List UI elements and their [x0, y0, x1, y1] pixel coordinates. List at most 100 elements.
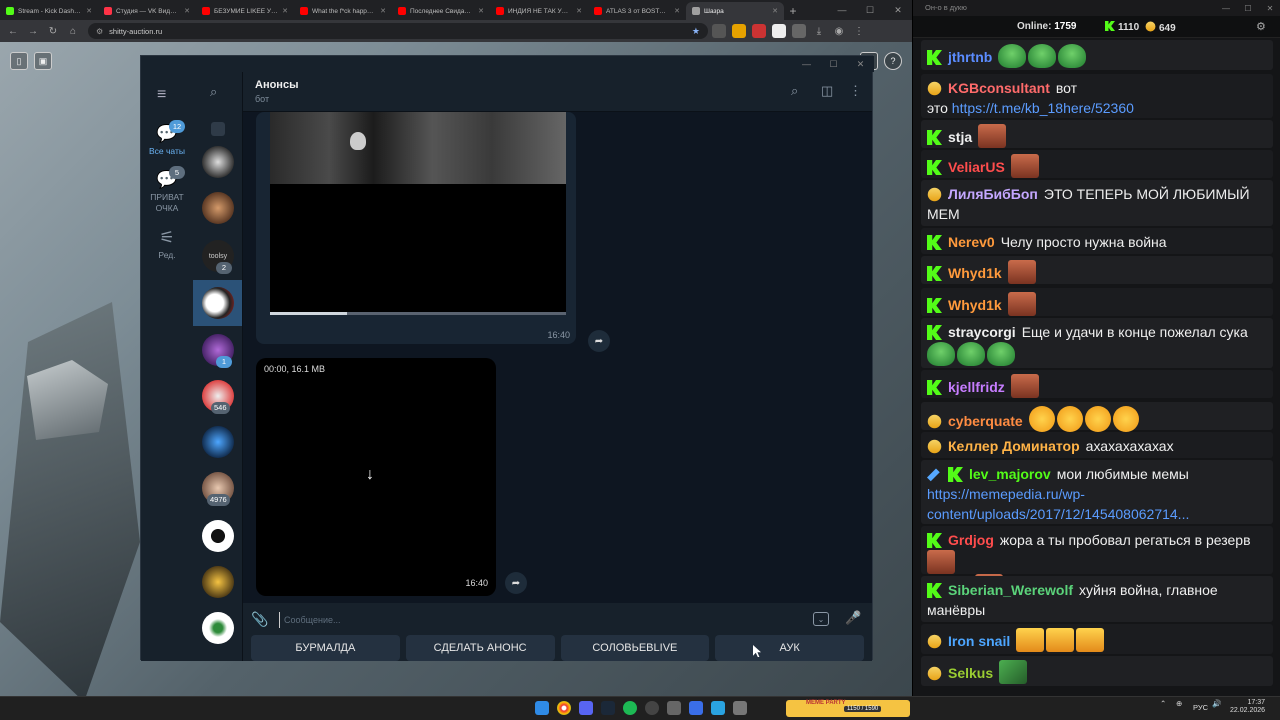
chat-avatar[interactable] — [202, 520, 234, 552]
tab-close-icon[interactable]: ✕ — [674, 7, 680, 15]
tab-close-icon[interactable]: ✕ — [86, 7, 92, 15]
browser-tab[interactable]: ATLAS 3 от BOSTON D... ✕ — [588, 2, 686, 20]
chat-link[interactable]: https://memepedia.ru/wp- — [927, 486, 1085, 502]
chat-username[interactable]: VeliarUS — [948, 159, 1005, 175]
telegram-icon[interactable] — [711, 701, 725, 715]
video-message[interactable]: 00:00, 16.1 MB ↓ 16:40 — [256, 358, 496, 596]
download-icon[interactable]: ⤓ — [810, 22, 828, 40]
reload-icon[interactable]: ↻ — [44, 22, 62, 40]
start-icon[interactable] — [535, 701, 549, 715]
discord-icon[interactable] — [579, 701, 593, 715]
chat-username[interactable]: Grdjog — [948, 532, 994, 548]
tab-close-icon[interactable]: ✕ — [184, 7, 190, 15]
spotify-icon[interactable] — [623, 701, 637, 715]
close-icon[interactable]: ✕ — [884, 0, 912, 20]
more-options-icon[interactable]: ⋮ — [849, 83, 862, 99]
profile-icon[interactable]: ◉ — [830, 22, 848, 40]
bookmark-star-icon[interactable]: ★ — [692, 26, 700, 37]
sidebar-panel-icon[interactable]: ◫ — [821, 83, 833, 99]
browser-tab[interactable]: Последнее Свидание... ✕ — [392, 2, 490, 20]
back-icon[interactable]: ← — [4, 22, 22, 40]
chat-link[interactable]: https://t.me/kb_18here/52360 — [952, 100, 1134, 116]
keyboard-language[interactable]: РУС — [1193, 703, 1208, 712]
new-tab-icon[interactable]: + — [784, 2, 802, 20]
browser-tab[interactable]: БЕЗУМИЕ LIKEE УЖЕ НЕ... ✕ — [196, 2, 294, 20]
tab-close-icon[interactable]: ✕ — [772, 7, 778, 15]
minimize-icon[interactable]: — — [793, 56, 820, 72]
conversation-header[interactable]: Анонсы бот ⌕ ◫ ⋮ — [243, 72, 872, 112]
bot-button[interactable]: СОЛОВЬЕВLIVE — [560, 635, 710, 661]
site-info-icon[interactable]: ⚙ — [96, 27, 103, 36]
menu-icon[interactable]: ⋮ — [850, 22, 868, 40]
playback-progress-bar[interactable] — [270, 312, 566, 315]
tab-close-icon[interactable]: ✕ — [478, 7, 484, 15]
media-video-area[interactable] — [270, 184, 566, 314]
chat-username[interactable]: Келлер Доминатор — [948, 438, 1080, 454]
media-player-icon[interactable] — [689, 701, 703, 715]
chat-avatar[interactable] — [202, 287, 234, 319]
chat-avatar[interactable] — [202, 192, 234, 224]
folder-edit[interactable]: ⚟ Ред. — [141, 228, 193, 261]
chat-username[interactable]: ЛиляБибБоп — [948, 186, 1038, 202]
browser-tab[interactable]: Stream - Kick Dashboard ✕ — [0, 2, 98, 20]
tab-close-icon[interactable]: ✕ — [282, 7, 288, 15]
address-bar[interactable]: ⚙ shitty-auction.ru ★ — [88, 23, 708, 39]
search-icon[interactable]: ⌕ — [210, 84, 217, 100]
forward-icon[interactable]: ➦ — [588, 330, 610, 352]
microphone-icon[interactable]: 🎤 — [845, 610, 861, 626]
maximize-icon[interactable]: ☐ — [856, 0, 884, 20]
bot-button[interactable]: СДЕЛАТЬ АНОНС — [405, 635, 555, 661]
archive-icon[interactable] — [211, 122, 225, 136]
home-icon[interactable]: ⌂ — [64, 22, 82, 40]
chat-username[interactable]: Selkus — [948, 665, 993, 681]
chat-avatar[interactable] — [202, 566, 234, 598]
browser-tab[interactable]: Студия — VK Видео Live ✕ — [98, 2, 196, 20]
download-arrow-icon[interactable]: ↓ — [366, 466, 374, 484]
browser-tab[interactable]: ИНДИЯ НЕ ТАК УЖАСНА... ✕ — [490, 2, 588, 20]
browser-tab[interactable]: Шазра ✕ — [686, 2, 784, 20]
extension-icon[interactable] — [732, 24, 746, 38]
media-preview[interactable] — [270, 112, 566, 184]
forward-icon[interactable]: → — [24, 22, 42, 40]
chat-username[interactable]: Siberian_Werewolf — [948, 582, 1073, 598]
bot-commands-icon[interactable]: ⌄ — [813, 612, 829, 626]
maximize-icon[interactable]: ☐ — [1237, 0, 1259, 16]
bot-button[interactable]: БУРМАЛДА — [251, 635, 400, 661]
chat-username[interactable]: Whyd1k — [948, 297, 1002, 313]
chat-avatar[interactable] — [202, 426, 234, 458]
tab-close-icon[interactable]: ✕ — [380, 7, 386, 15]
app-icon[interactable] — [733, 701, 747, 715]
volume-icon[interactable]: 🔊 — [1212, 699, 1221, 708]
minimize-icon[interactable]: — — [1215, 0, 1237, 16]
tab-close-icon[interactable]: ✕ — [576, 7, 582, 15]
obs-icon[interactable] — [645, 701, 659, 715]
search-icon[interactable]: ⌕ — [791, 83, 798, 99]
tray-chevron-icon[interactable]: ⌃ — [1160, 699, 1166, 708]
chat-username[interactable]: lev_majorov — [969, 466, 1051, 482]
extension-icon[interactable] — [752, 24, 766, 38]
folder-all-chats[interactable]: 💬 12 Все чаты — [141, 120, 193, 157]
chat-avatar[interactable] — [202, 146, 234, 178]
chat-username[interactable]: cyberquate — [948, 413, 1023, 429]
media-message[interactable]: 16:40 — [256, 112, 576, 344]
settings-gear-icon[interactable]: ⚙ — [1256, 20, 1266, 33]
chat-username[interactable]: jthrtnb — [948, 49, 992, 65]
chat-username[interactable]: straycorgi — [948, 324, 1016, 340]
extension-icon[interactable] — [792, 24, 806, 38]
chrome-icon[interactable] — [557, 701, 571, 715]
app-icon[interactable] — [667, 701, 681, 715]
message-input[interactable] — [279, 612, 779, 628]
chat-username[interactable]: Nerev0 — [948, 234, 995, 250]
chat-username[interactable]: KGBconsultant — [948, 80, 1050, 96]
chat-username[interactable]: kjellfridz — [948, 379, 1005, 395]
chat-username[interactable]: Iron snail — [948, 633, 1010, 649]
hamburger-menu-icon[interactable]: ≡ — [157, 86, 166, 104]
chat-username[interactable]: stja — [948, 129, 972, 145]
bot-button[interactable]: АУК — [715, 635, 864, 661]
maximize-icon[interactable]: ☐ — [820, 56, 847, 72]
chat-link[interactable]: content/uploads/2017/12/145408062714... — [927, 506, 1189, 522]
close-icon[interactable]: ✕ — [847, 56, 874, 72]
chat-username[interactable]: Whyd1k — [948, 265, 1002, 281]
folder-private[interactable]: 💬 5 ПРИВАТ ОЧКА — [141, 166, 193, 213]
save-icon[interactable]: ▣ — [34, 52, 52, 70]
